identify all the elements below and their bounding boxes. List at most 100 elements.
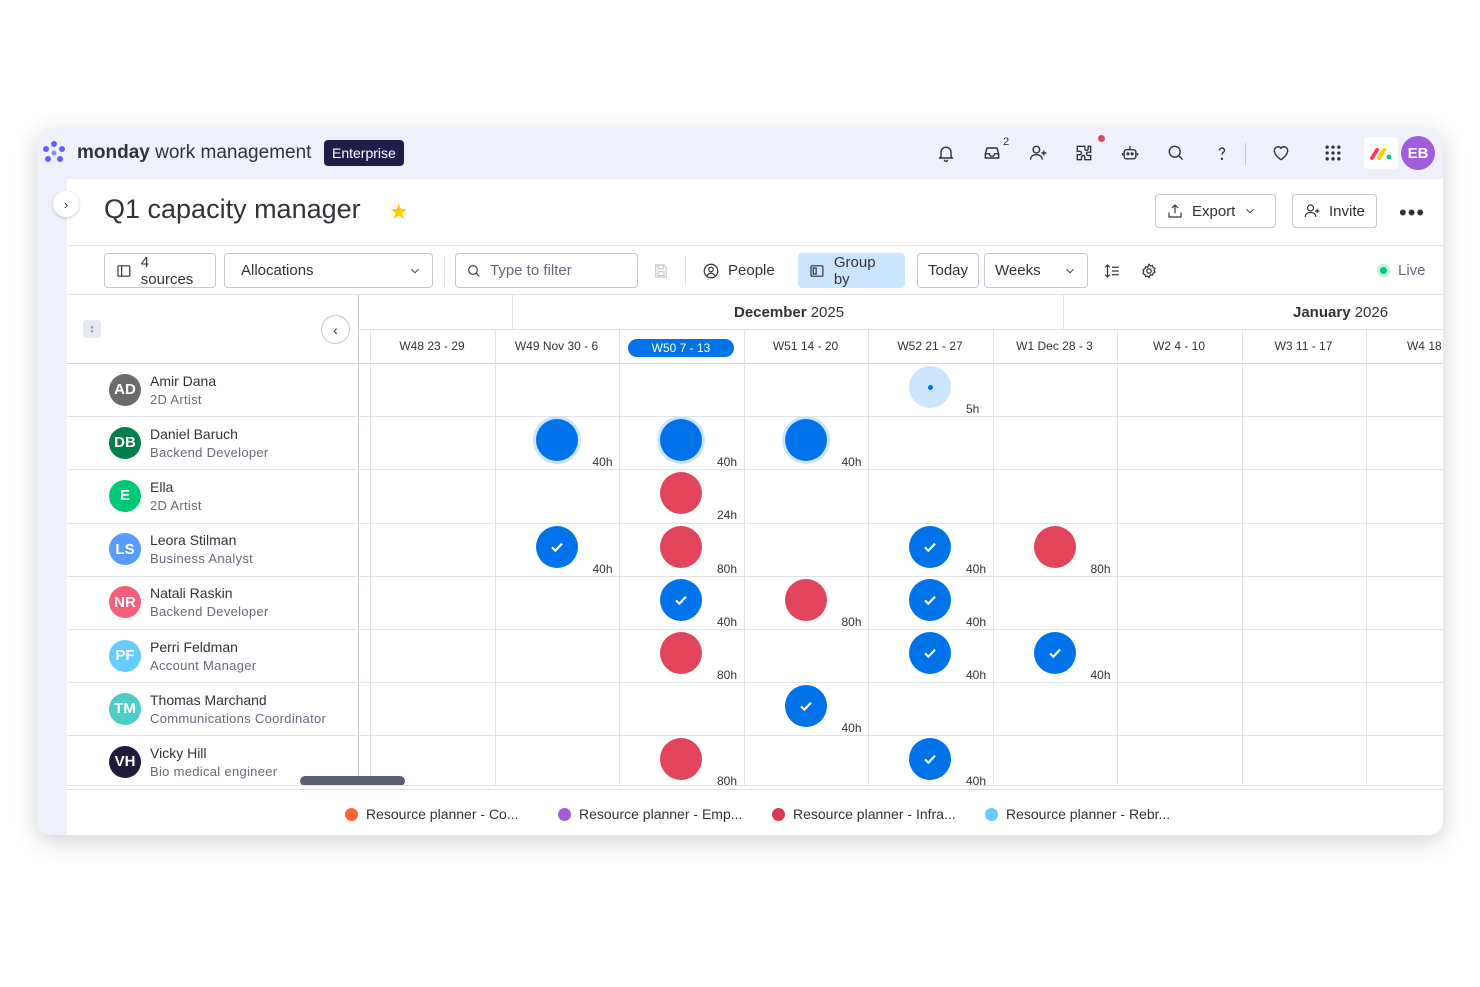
sources-button[interactable]: 4 sources	[104, 253, 216, 288]
divider	[359, 329, 1443, 330]
time-scale-select[interactable]: Weeks	[984, 253, 1088, 288]
allocation-bubble-overallocated[interactable]	[660, 472, 702, 515]
person-name: Amir Dana	[150, 372, 217, 389]
toolbar-divider	[444, 256, 445, 286]
month-label-december: December 2025	[734, 304, 845, 321]
save-view-icon[interactable]	[652, 253, 670, 288]
allocation-bubble-overallocated[interactable]	[784, 578, 827, 621]
sort-icon[interactable]: ↕	[83, 320, 101, 338]
settings-gear-icon[interactable]	[1140, 253, 1158, 288]
allocation-bubble-full[interactable]	[660, 578, 702, 621]
person-name: Thomas Marchand	[150, 691, 267, 708]
panel-icon	[117, 264, 131, 277]
notification-dot	[1098, 135, 1105, 142]
ai-assistant-icon[interactable]	[1118, 141, 1142, 165]
person-role: Bio medical engineer	[150, 763, 278, 779]
apps-grid-icon[interactable]	[1321, 141, 1345, 165]
allocation-bubble-full[interactable]	[535, 525, 578, 568]
legend-item[interactable]: Resource planner - Rebr...	[985, 806, 1170, 822]
allocation-hours: 40h	[841, 455, 862, 470]
upload-icon	[1168, 204, 1182, 218]
legend-label: Resource planner - Emp...	[579, 806, 743, 822]
integrations-icon[interactable]	[1072, 141, 1096, 165]
group-by-button[interactable]: Group by	[798, 253, 905, 288]
search-icon	[468, 264, 480, 277]
week-header: W2 4 - 10	[1152, 339, 1206, 353]
group-icon	[810, 264, 824, 277]
today-button[interactable]: Today	[917, 253, 980, 288]
invite-button[interactable]: Invite	[1292, 194, 1377, 228]
help-icon[interactable]	[1210, 141, 1234, 165]
row-height-icon[interactable]	[1103, 253, 1121, 288]
person-row[interactable]: LS Leora Stilman Business Analyst	[109, 523, 253, 576]
legend-item[interactable]: Resource planner - Emp...	[558, 806, 742, 822]
person-name: Daniel Baruch	[150, 425, 238, 442]
export-button[interactable]: Export	[1155, 194, 1276, 228]
allocation-bubble-partial[interactable]	[909, 366, 951, 408]
allocation-bubble-full[interactable]	[909, 578, 951, 621]
filter-placeholder: Type to filter	[490, 262, 572, 279]
invite-members-icon[interactable]	[1026, 141, 1050, 165]
week-column-divider	[370, 329, 371, 785]
allocation-bubble-full[interactable]	[909, 632, 951, 674]
allocation-hours: 40h	[592, 455, 613, 470]
left-rail	[37, 179, 67, 835]
month-divider	[1063, 295, 1064, 329]
legend-item[interactable]: Resource planner - Infra...	[772, 806, 956, 822]
allocation-bubble-overallocated[interactable]	[1033, 525, 1076, 568]
monday-product-logo-icon[interactable]	[1364, 137, 1398, 169]
person-row[interactable]: DB Daniel Baruch Backend Developer	[109, 416, 269, 469]
legend-color-dot	[772, 807, 785, 821]
allocation-bubble-full[interactable]	[909, 525, 951, 568]
week-header: W51 14 - 20	[772, 339, 839, 353]
row-divider	[67, 575, 1443, 577]
bell-icon[interactable]	[934, 141, 958, 165]
person-row[interactable]: AD Amir Dana 2D Artist	[109, 363, 216, 416]
filter-input[interactable]: Type to filter	[455, 253, 638, 288]
time-scale-value: Weeks	[995, 262, 1041, 279]
person-avatar: VH	[109, 745, 141, 778]
view-select[interactable]: Allocations	[224, 253, 433, 288]
expand-sidebar-button[interactable]: ›	[53, 191, 79, 217]
person-row[interactable]: TM Thomas Marchand Communications Coordina…	[109, 682, 326, 735]
heart-icon[interactable]	[1269, 141, 1293, 165]
person-row[interactable]: NR Natali Raskin Backend Developer	[109, 576, 269, 629]
allocation-bubble-available[interactable]	[660, 419, 702, 462]
person-avatar: DB	[109, 426, 141, 459]
monday-logo-icon[interactable]	[40, 139, 68, 167]
week-column-divider	[494, 329, 496, 785]
legend-item[interactable]: Resource planner - Co...	[345, 806, 519, 822]
person-role: Account Manager	[150, 657, 257, 673]
allocation-bubble-full[interactable]	[784, 685, 827, 728]
app-window: monday work management Enterprise 2 EB ›…	[37, 128, 1443, 835]
week-column-divider	[1366, 329, 1367, 785]
allocation-bubble-full[interactable]	[1033, 632, 1076, 674]
allocation-hours: 40h	[966, 668, 987, 682]
allocation-bubble-available[interactable]	[535, 419, 578, 462]
person-avatar: E	[109, 479, 141, 512]
person-row[interactable]: E Ella 2D Artist	[109, 469, 202, 522]
person-circle-icon	[703, 263, 719, 278]
search-icon[interactable]	[1164, 141, 1188, 165]
allocation-hours: 80h	[717, 561, 738, 576]
chevron-right-icon: ›	[63, 196, 69, 212]
allocation-hours: 5h	[966, 402, 980, 416]
allocation-bubble-overallocated[interactable]	[660, 632, 702, 674]
allocation-bubble-full[interactable]	[909, 738, 951, 781]
chevron-down-icon	[1066, 268, 1074, 273]
inbox-icon[interactable]	[980, 141, 1004, 165]
collapse-column-button[interactable]: ‹	[321, 315, 350, 344]
person-row[interactable]: VH Vicky Hill Bio medical engineer	[109, 735, 277, 788]
person-row[interactable]: PF Perri Feldman Account Manager	[109, 629, 256, 682]
more-options-icon[interactable]: •••	[1399, 200, 1425, 226]
allocation-bubble-overallocated[interactable]	[660, 525, 702, 568]
favorite-star-icon[interactable]: ★	[389, 199, 409, 225]
allocation-bubble-overallocated[interactable]	[660, 738, 702, 781]
people-filter-button[interactable]: People	[702, 253, 775, 288]
allocation-hours: 40h	[717, 455, 738, 470]
legend-color-dot	[985, 807, 998, 821]
person-role: 2D Artist	[150, 391, 202, 407]
allocation-bubble-available[interactable]	[784, 419, 827, 462]
legend-label: Resource planner - Co...	[366, 806, 519, 822]
user-avatar[interactable]: EB	[1401, 136, 1435, 170]
